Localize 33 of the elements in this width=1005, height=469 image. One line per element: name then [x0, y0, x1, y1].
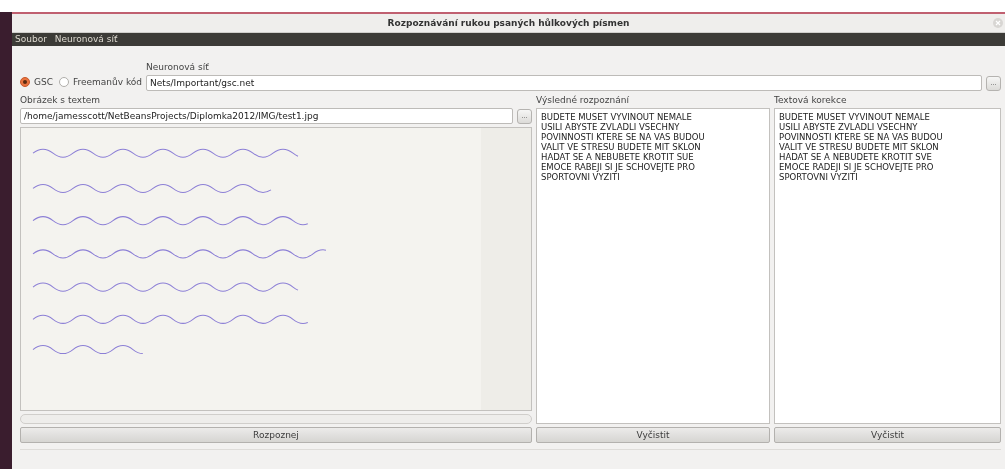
radio-button[interactable]: [59, 77, 69, 87]
radio-label: Freemanův kód: [73, 77, 143, 87]
radio-label: GSC: [34, 77, 53, 87]
window-title: Rozpoznávání rukou psaných hůlkových písmen: [387, 17, 630, 28]
text-line: EMOCE RABEJI SI JE SCHOVEJTE PRO: [541, 162, 696, 172]
text-line: USILI ABYSTE ZVLADLI VSECHNY: [779, 122, 919, 132]
text-line: POVINNOSTI KTERE SE NA VAS BUDOU: [541, 132, 706, 142]
text-area[interactable]: [774, 108, 1001, 424]
text-line: HADAT SE A NEBUBETE KROTIT SUE: [541, 152, 695, 162]
text-line: BUDETE MUSET VYVINOUT NEMALE: [541, 112, 693, 122]
horizontal-scrollbar[interactable]: [20, 414, 532, 424]
radio-button[interactable]: [20, 77, 30, 87]
panel-label: Obrázek s textem: [20, 95, 101, 105]
text-line: POVINNOSTI KTERE SE NA VAS BUDOU: [779, 132, 944, 142]
text-area[interactable]: [536, 108, 770, 424]
text-line: USILI ABYSTE ZVLADLI VSECHNY: [541, 122, 681, 132]
menu-item[interactable]: Neuronová síť: [54, 34, 118, 45]
recognize-button[interactable]: Rozpoznej: [20, 427, 532, 443]
text-line: HADAT SE A NEBUDETE KROTIT SVE: [779, 152, 933, 162]
text-line: SPORTOVNI VYZITI: [541, 172, 621, 182]
text-line: VALIT VE STRESU BUDETE MIT SKLON: [541, 142, 702, 152]
panel-label: Textová korekce: [774, 95, 848, 105]
network-path-field[interactable]: Nets/Important/gsc.net: [146, 75, 982, 91]
text-line: SPORTOVNI VYZITI: [779, 172, 859, 182]
clear-button[interactable]: Vyčistit: [774, 427, 1001, 443]
panel-label: Výsledné rozpoznání: [536, 95, 630, 105]
text-line: VALIT VE STRESU BUDETE MIT SKLON: [779, 142, 940, 152]
network-label: Neuronová síť: [146, 62, 210, 72]
text-line: EMOCE RADEJI SI JE SCHOVEJTE PRO: [779, 162, 935, 172]
text-line: BUDETE MUSET VYVINOUT NEMALE: [779, 112, 931, 122]
menu-item[interactable]: Soubor: [15, 34, 47, 45]
clear-button[interactable]: Vyčistit: [536, 427, 770, 443]
image-path-field[interactable]: /home/jamesscott/NetBeansProjects/Diplomka2012/IMG/test1.jpg: [20, 108, 513, 124]
